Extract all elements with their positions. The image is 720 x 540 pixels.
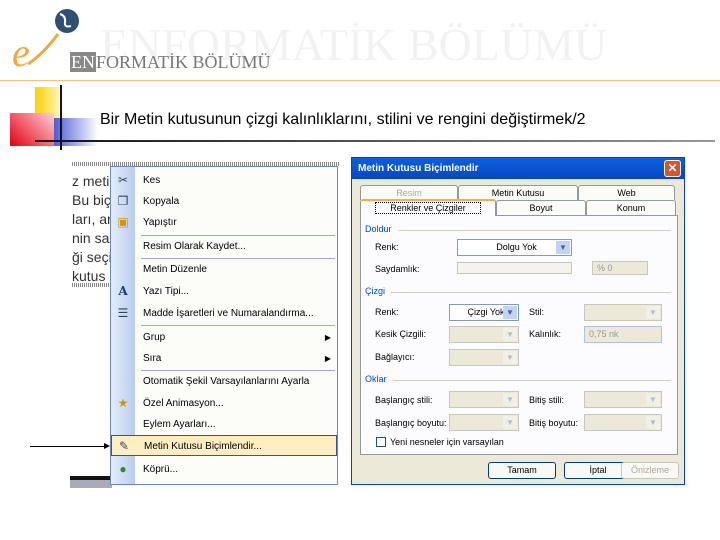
paste-icon: ▣ [117, 215, 129, 229]
menu-item-font[interactable]: A Yazı Tipi... [111, 281, 337, 302]
menu-item-hyperlink[interactable]: ● Köprü... [111, 459, 337, 480]
preview-button[interactable]: Önizleme [621, 462, 679, 479]
group-arrows: Oklar [365, 374, 387, 384]
tab-colors-lines[interactable]: Renkler ve Çizgiler [360, 199, 496, 216]
background-text: z metin Bu biç ları, ar nin sağ ği seçil kutu… [72, 173, 118, 284]
scissors-icon: ✂ [117, 173, 129, 187]
animation-icon: ★ [117, 396, 129, 410]
end-style-select[interactable]: ▼ [584, 391, 662, 408]
hyperlink-icon: ● [119, 462, 127, 476]
connector-select[interactable]: ▼ [449, 349, 519, 366]
menu-item-cut[interactable]: ✂ Kes [111, 170, 337, 191]
end-size-select[interactable]: ▼ [584, 414, 662, 431]
menu-item-bullets[interactable]: ☰ Madde İşaretleri ve Numaralandırma... [111, 303, 337, 324]
menu-item-paste[interactable]: ▣ Yapıştır [111, 212, 337, 233]
begin-size-select[interactable]: ▼ [449, 414, 519, 431]
format-textbox-dialog: Metin Kutusu Biçimlendir ✕ Resim Metin Ku… [351, 157, 685, 485]
begin-style-label: Başlangıç stili: [375, 395, 433, 405]
submenu-arrow-icon: ▶ [324, 354, 331, 363]
slide-title: Bir Metin kutusunun çizgi kalınlıklarını… [100, 111, 586, 128]
transparency-slider[interactable] [457, 262, 572, 274]
fill-color-select[interactable]: Dolgu Yok ▼ [457, 239, 572, 256]
menu-item-copy[interactable]: ❐ Kopyala [111, 191, 337, 212]
tab-position[interactable]: Konum [586, 200, 676, 215]
menu-item-action-settings[interactable]: Eylem Ayarları... [111, 414, 337, 435]
menu-item-format-textbox[interactable]: ✎ Metin Kutusu Biçimlendir... [111, 435, 337, 456]
deco-line-h [35, 140, 715, 142]
chevron-down-icon: ▼ [556, 241, 570, 254]
begin-size-label: Başlangıç boyutu: [375, 418, 447, 428]
font-icon: A [118, 284, 128, 298]
dash-label: Kesik Çizgili: [375, 329, 427, 339]
menu-item-order[interactable]: Sıra ▶ [111, 348, 337, 369]
line-style-select[interactable]: ▼ [584, 304, 662, 321]
chevron-down-icon: ▼ [503, 306, 517, 319]
dialog-titlebar: Metin Kutusu Biçimlendir ✕ [352, 158, 684, 179]
end-style-label: Bitiş stili: [529, 395, 565, 405]
line-color-select[interactable]: Çizgi Yok ▼ [449, 304, 519, 321]
tab-picture[interactable]: Resim [360, 185, 458, 200]
gray-bar [70, 480, 112, 488]
group-line: Çizgi [365, 286, 386, 296]
menu-item-edit-text[interactable]: Metin Düzenle [111, 259, 337, 280]
pointer-arrow [30, 446, 106, 447]
menu-item-save-as-picture[interactable]: Resim Olarak Kaydet... [111, 236, 337, 257]
weight-spinner[interactable]: 0,75 nk [584, 326, 662, 343]
line-style-label: Stil: [529, 307, 545, 317]
tab-textbox[interactable]: Metin Kutusu [458, 185, 578, 200]
close-icon[interactable]: ✕ [664, 160, 681, 177]
begin-style-select[interactable]: ▼ [449, 391, 519, 408]
menu-item-group[interactable]: Grup ▶ [111, 327, 337, 348]
bullets-icon: ☰ [117, 306, 129, 320]
format-textbox-icon: ✎ [118, 439, 130, 453]
group-fill: Doldur [365, 224, 392, 234]
fill-color-label: Renk: [375, 242, 399, 252]
copy-icon: ❐ [117, 194, 129, 208]
tab-size[interactable]: Boyut [496, 200, 586, 215]
textbox-border-bottom [72, 283, 112, 287]
transparency-spinner[interactable]: % 0 [592, 261, 648, 275]
default-checkbox-label: Yeni nesneler için varsayılan [390, 437, 504, 447]
line-color-label: Renk: [375, 307, 399, 317]
brand-name: ENFORMATİK BÖLÜMÜ [70, 52, 271, 72]
menu-item-custom-animation[interactable]: ★ Özel Animasyon... [111, 393, 337, 414]
menu-item-autoshape-defaults[interactable]: Otomatik Şekil Varsayılanlarını Ayarla [111, 371, 337, 392]
connector-label: Bağlayıcı: [375, 352, 415, 362]
ok-button[interactable]: Tamam [488, 462, 556, 479]
submenu-arrow-icon: ▶ [324, 333, 331, 342]
weight-label: Kalınlık: [529, 329, 562, 339]
tab-web[interactable]: Web [578, 185, 675, 200]
context-menu: ✂ Kes ❐ Kopyala ▣ Yapıştır Resim Olarak Kay… [110, 166, 338, 485]
dash-select[interactable]: ▼ [449, 326, 519, 343]
svg-text:e: e [12, 30, 30, 75]
default-checkbox[interactable] [376, 437, 386, 447]
end-size-label: Bitiş boyutu: [529, 418, 579, 428]
transparency-label: Saydamlık: [375, 264, 420, 274]
header-divider [0, 80, 720, 81]
tab-panel: Doldur Renk: Dolgu Yok ▼ Saydamlık: % 0 Ç… [360, 215, 678, 455]
